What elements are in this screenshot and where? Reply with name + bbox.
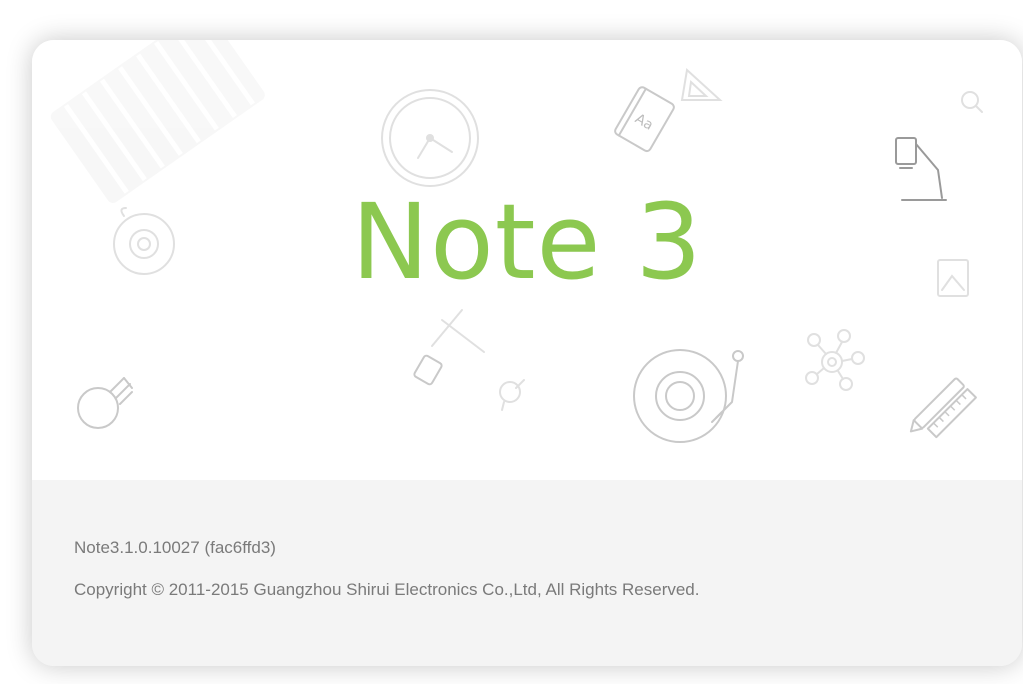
hero-panel: Aa Note 3 — [32, 40, 1022, 480]
info-footer: Note3.1.0.10027 (fac6ffd3) Copyright © 2… — [32, 480, 1022, 666]
about-splash-window: Aa Note 3 Note3.1.0.10027 (fac6ffd3) Cop… — [32, 40, 1022, 666]
version-text: Note3.1.0.10027 (fac6ffd3) — [74, 538, 276, 557]
bulb-small-icon — [961, 91, 983, 113]
bulb-faint-icon — [499, 379, 525, 411]
network-icon — [805, 329, 865, 391]
book-label: Aa — [632, 111, 656, 134]
bulb-icon — [77, 377, 133, 429]
clock-icon — [381, 89, 479, 187]
pencil-ruler-icon — [909, 377, 977, 439]
pen-icon — [413, 309, 485, 386]
book-icon: Aa — [614, 86, 675, 153]
copyright-text: Copyright © 2011-2015 Guangzhou Shirui E… — [74, 580, 700, 599]
triangle-ruler-icon — [680, 68, 723, 101]
turntable-icon — [633, 349, 744, 443]
app-title: Note 3 — [351, 181, 703, 303]
piano-keys-icon — [50, 40, 265, 204]
